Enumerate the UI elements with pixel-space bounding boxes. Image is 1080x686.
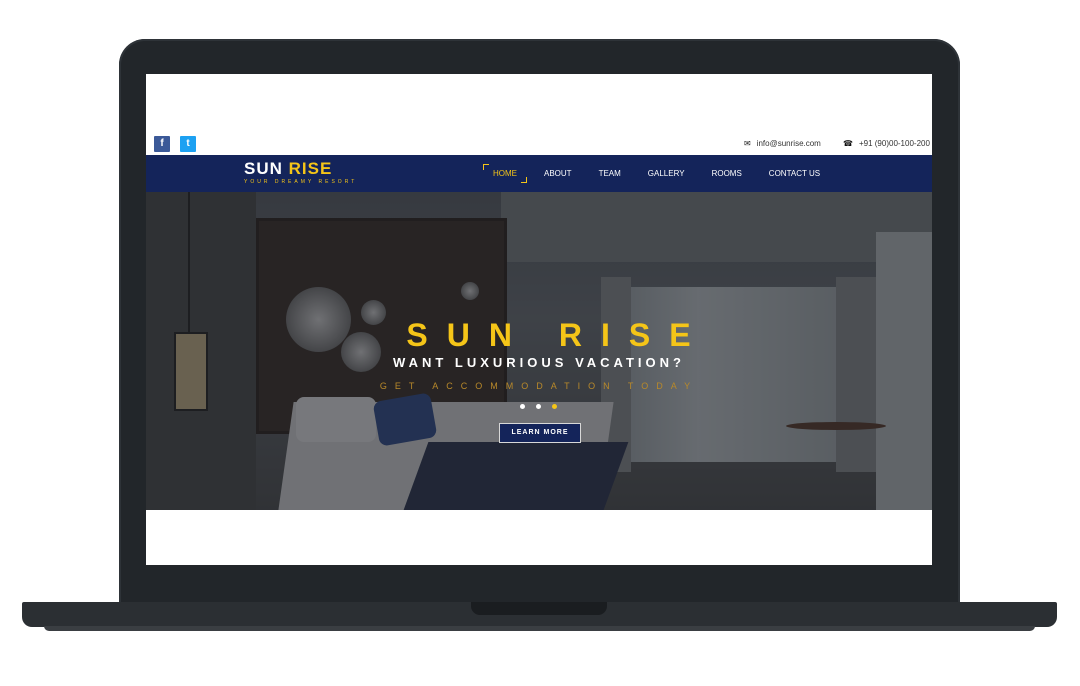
slider-dot-active[interactable] (552, 404, 557, 409)
nav-home[interactable]: HOME (483, 164, 527, 183)
logo-tagline: YOUR DREAMY RESORT (244, 179, 358, 185)
hero-subtitle: WANT LUXURIOUS VACATION? (393, 355, 685, 370)
slider-dot[interactable] (520, 404, 525, 409)
envelope-icon: ✉ (744, 139, 751, 148)
contact-email[interactable]: ✉ info@sunrise.com (744, 139, 821, 148)
nav-contact-us[interactable]: CONTACT US (769, 169, 820, 178)
laptop-base-shadow (44, 626, 1035, 631)
phone-icon: ☎ (843, 139, 853, 148)
hero-title: SUN RISE (406, 317, 710, 353)
logo-word-sun: SUN (244, 159, 283, 178)
hero-slider: SUN RISE WANT LUXURIOUS VACATION? GET AC… (146, 192, 932, 510)
slider-dots (520, 404, 557, 409)
contact-phone[interactable]: ☎ +91 (90)00-100-200 (843, 139, 930, 148)
phone-text: +91 (90)00-100-200 (858, 139, 930, 148)
nav-about[interactable]: ABOUT (544, 169, 572, 178)
nav-gallery[interactable]: GALLERY (648, 169, 685, 178)
nav-rooms[interactable]: ROOMS (712, 169, 742, 178)
email-text: info@sunrise.com (756, 139, 821, 148)
nav-team[interactable]: TEAM (599, 169, 621, 178)
logo-word-rise: RISE (288, 159, 333, 178)
slider-dot[interactable] (536, 404, 541, 409)
facebook-icon[interactable]: f (154, 136, 170, 152)
site-logo[interactable]: SUN RISE YOUR DREAMY RESORT (244, 160, 358, 186)
laptop-notch (471, 602, 607, 615)
navbar: SUN RISE YOUR DREAMY RESORT HOME ABOUT T… (146, 155, 932, 192)
hero-tagline: GET ACCOMMODATION TODAY (379, 381, 699, 391)
main-nav: HOME ABOUT TEAM GALLERY ROOMS CONTACT US (483, 155, 847, 192)
learn-more-button[interactable]: LEARN MORE (499, 423, 581, 443)
twitter-icon[interactable]: t (180, 136, 196, 152)
laptop-screen: f t ✉ info@sunrise.com ☎ +91 (90)00-100-20… (146, 74, 932, 565)
logo-title: SUN RISE (244, 160, 357, 178)
top-bar: f t ✉ info@sunrise.com ☎ +91 (90)00-100-20… (146, 134, 932, 156)
